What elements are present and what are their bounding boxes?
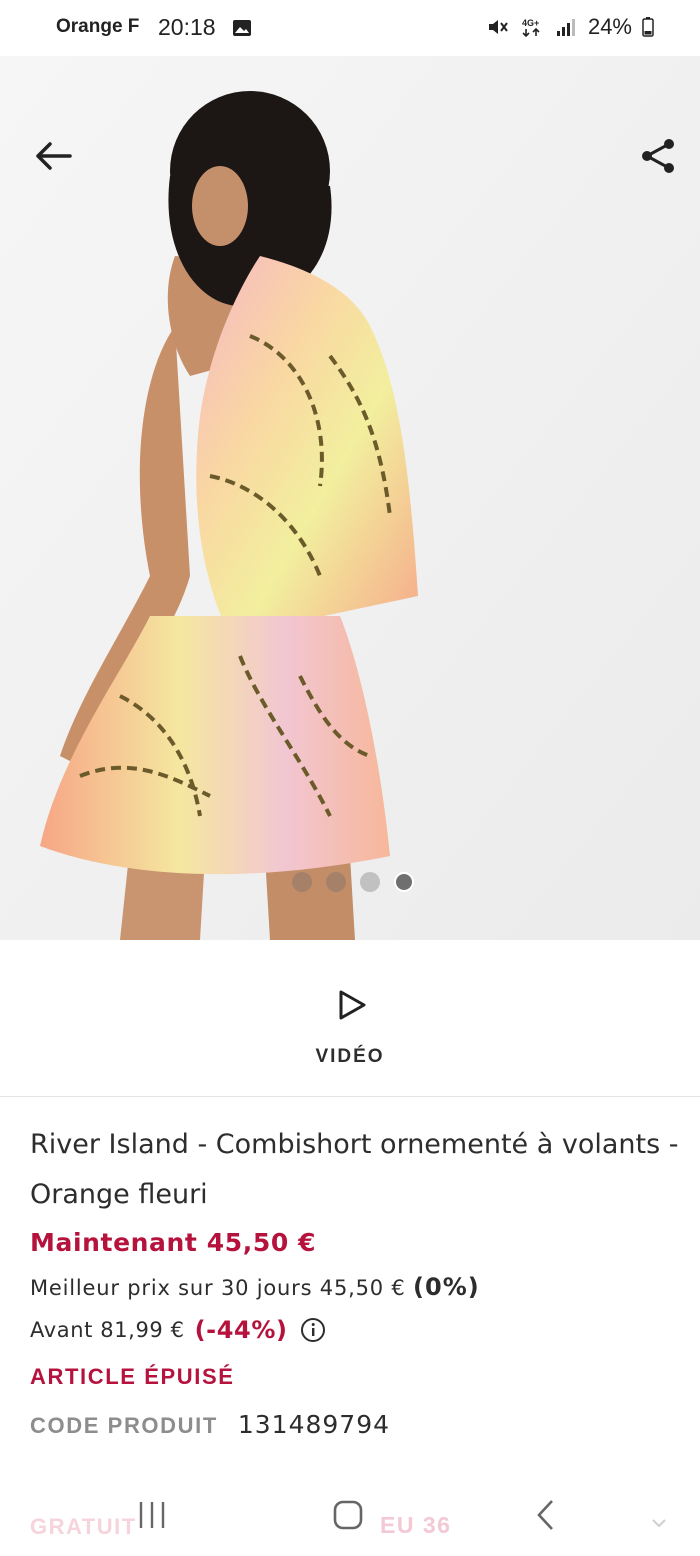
previous-price: Avant 81,99 € (-44%) <box>30 1316 326 1344</box>
carrier-name: Orange F <box>56 16 140 37</box>
product-code: CODE PRODUIT 131489794 <box>30 1410 390 1439</box>
product-code-label: CODE PRODUIT <box>30 1413 218 1438</box>
sticky-bar-label: GRATUIT <box>30 1514 137 1539</box>
back-arrow-icon[interactable] <box>30 136 76 176</box>
network-label: 4G+ <box>522 18 539 28</box>
carousel-dot[interactable] <box>360 872 380 892</box>
network-4g-icon: 4G+ <box>522 18 540 37</box>
info-icon[interactable] <box>300 1317 326 1343</box>
best-price-text: Meilleur prix sur 30 jours 45,50 € <box>30 1276 406 1300</box>
battery-icon <box>642 17 654 37</box>
discount-badge: (-44%) <box>194 1316 288 1344</box>
size-selector[interactable]: EU 36 <box>380 1512 451 1539</box>
gallery-notification-icon <box>233 20 251 36</box>
carousel-dot[interactable] <box>292 872 312 892</box>
previous-price-text: Avant 81,99 € <box>30 1318 185 1342</box>
nav-back-icon[interactable] <box>534 1498 556 1532</box>
carousel-dot[interactable] <box>326 872 346 892</box>
status-bar: Orange F 20:18 4G+ 24% <box>0 0 700 56</box>
best-price-percent: (0%) <box>413 1273 480 1301</box>
stock-status: ARTICLE ÉPUISÉ <box>30 1364 235 1389</box>
divider <box>0 1096 700 1097</box>
home-icon[interactable] <box>332 1500 364 1530</box>
battery-percent: 24% <box>587 14 632 39</box>
carousel-dot-active[interactable] <box>394 872 414 892</box>
current-price: Maintenant 45,50 € <box>30 1228 317 1257</box>
signal-icon <box>556 19 575 36</box>
mute-icon <box>488 20 508 34</box>
best-price-30-days: Meilleur prix sur 30 jours 45,50 € (0%) <box>30 1273 480 1301</box>
video-button[interactable]: VIDÉO <box>0 940 700 1096</box>
product-photo <box>0 56 700 940</box>
play-icon[interactable] <box>336 988 368 1022</box>
carousel-indicator[interactable] <box>292 872 414 892</box>
status-time: 20:18 <box>158 14 216 40</box>
recents-icon[interactable] <box>136 1500 168 1530</box>
product-code-value: 131489794 <box>237 1410 391 1439</box>
share-icon[interactable] <box>638 136 678 176</box>
video-label: VIDÉO <box>315 1046 385 1067</box>
product-title: River Island - Combishort ornementé à vo… <box>30 1129 679 1210</box>
chevron-down-icon[interactable] <box>650 1514 668 1532</box>
product-image-carousel[interactable] <box>0 56 700 940</box>
